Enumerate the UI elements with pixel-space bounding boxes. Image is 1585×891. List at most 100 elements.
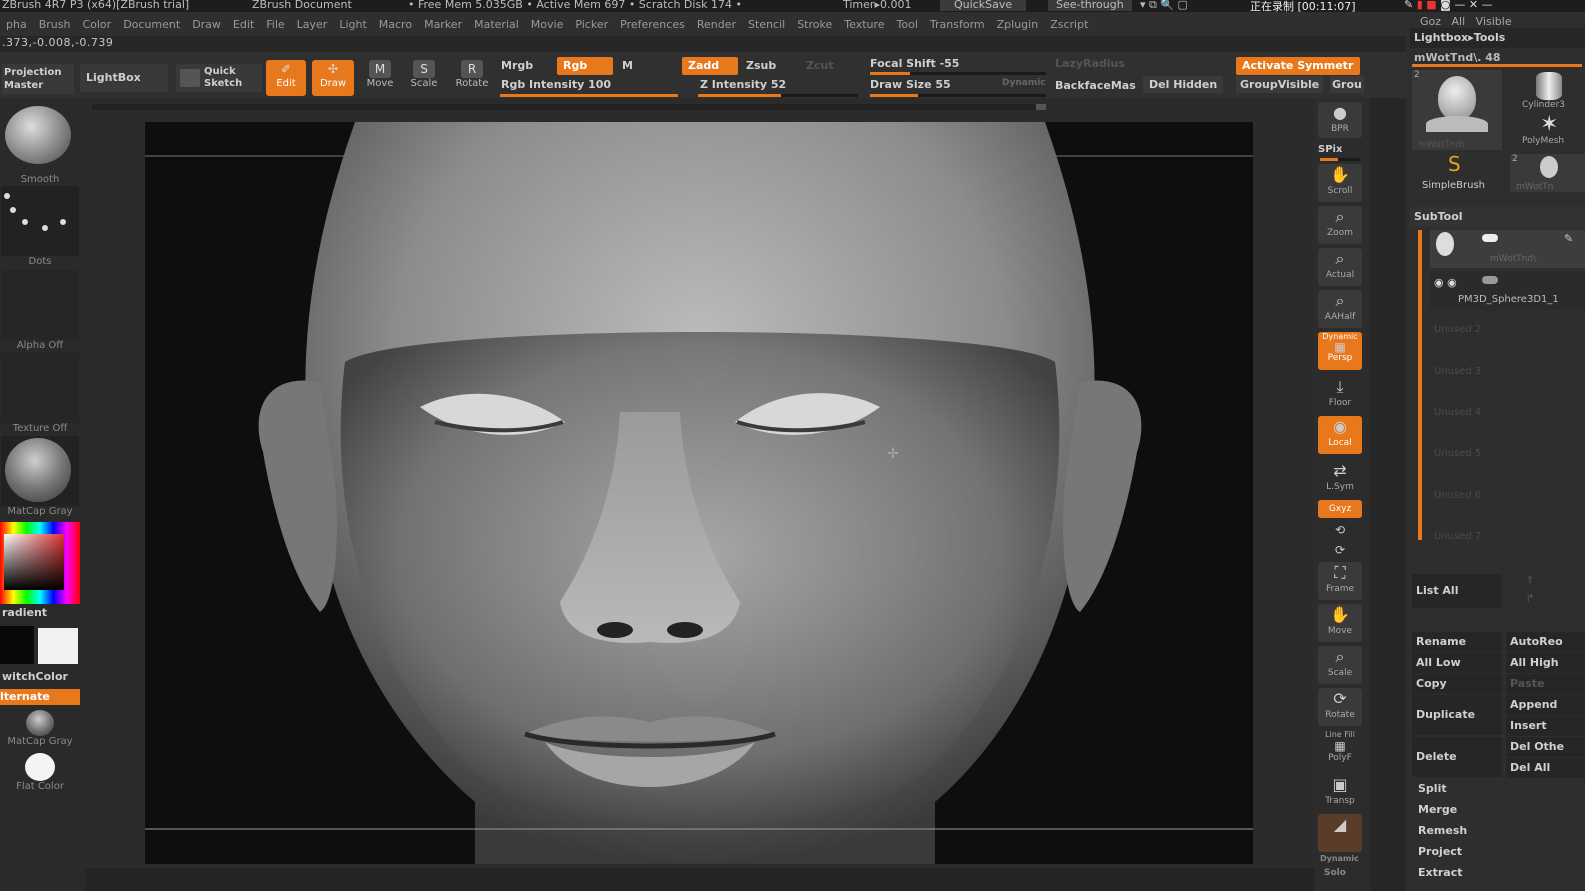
- local-button[interactable]: ◉ Local: [1318, 416, 1362, 454]
- edit-button[interactable]: ✐ Edit: [266, 60, 306, 96]
- subtool-2-visibility-icon[interactable]: [1482, 276, 1498, 284]
- zoom-button[interactable]: ⌕ Zoom: [1318, 206, 1362, 244]
- solo-label[interactable]: Solo: [1324, 868, 1346, 878]
- menu-item[interactable]: Edit: [227, 18, 260, 31]
- tool-thumb-simplebrush[interactable]: S SimpleBrush: [1412, 152, 1502, 192]
- secondary-color-swatch[interactable]: [38, 628, 78, 664]
- goz-button[interactable]: Goz: [1420, 15, 1441, 28]
- tool-thumb-cylinder[interactable]: Cylinder3 ✶ PolyMesh: [1510, 70, 1585, 150]
- backface-mask-button[interactable]: BackfaceMas: [1055, 79, 1136, 92]
- all-high-button[interactable]: All High: [1506, 653, 1585, 673]
- tool-slider[interactable]: [1412, 64, 1582, 67]
- menu-item[interactable]: Brush: [33, 18, 77, 31]
- solo-dynamic-label[interactable]: Dynamic: [1320, 854, 1359, 863]
- actual-button[interactable]: ⌕ Actual: [1318, 248, 1362, 286]
- menu-item[interactable]: Zplugin: [991, 18, 1045, 31]
- color-picker[interactable]: [0, 522, 80, 604]
- lightbox-button[interactable]: LightBox: [80, 64, 168, 92]
- zsub-button[interactable]: Zsub: [746, 59, 776, 72]
- scroll-button[interactable]: ✋ Scroll: [1318, 164, 1362, 202]
- menu-item[interactable]: Light: [333, 18, 372, 31]
- insert-button[interactable]: Insert: [1506, 716, 1585, 736]
- move-view-button[interactable]: ✋ Move: [1318, 604, 1362, 642]
- aahalf-button[interactable]: ⌕ AAHalf: [1318, 290, 1362, 328]
- unused-slot-3[interactable]: Unused 3: [1434, 366, 1481, 377]
- menu-item[interactable]: pha: [0, 18, 33, 31]
- menu-item[interactable]: File: [260, 18, 290, 31]
- unused-slot-7[interactable]: Unused 7: [1434, 531, 1481, 542]
- horizontal-scroll-thumb[interactable]: [1036, 104, 1046, 110]
- gradient-label[interactable]: radient: [2, 606, 47, 619]
- menu-item[interactable]: Material: [468, 18, 525, 31]
- bpr-button[interactable]: ● BPR: [1318, 102, 1362, 138]
- viewport-canvas[interactable]: ✛: [145, 122, 1253, 864]
- polyf-button[interactable]: Line Fill ▦ PolyF: [1318, 730, 1362, 768]
- move-down-arrow-icon[interactable]: ↱: [1510, 592, 1550, 608]
- alpha-selector[interactable]: Alpha Off: [0, 270, 80, 351]
- material-selector[interactable]: MatCap Gray: [0, 436, 80, 517]
- all-low-button[interactable]: All Low: [1412, 653, 1502, 673]
- alternate-button[interactable]: lternate: [0, 689, 80, 705]
- remesh-menu[interactable]: Remesh: [1418, 824, 1467, 837]
- focal-shift-slider[interactable]: [870, 72, 1046, 75]
- draw-size-slider[interactable]: [870, 94, 1046, 97]
- spix-slider[interactable]: [1320, 158, 1360, 161]
- move-up-arrow-icon[interactable]: ↑: [1510, 574, 1550, 590]
- subtool-1-visibility-icon[interactable]: [1482, 234, 1498, 242]
- stroke-selector[interactable]: Dots: [0, 186, 80, 267]
- move-button[interactable]: M Move: [360, 60, 400, 96]
- mrgb-button[interactable]: Mrgb: [501, 59, 533, 72]
- menu-item[interactable]: Transform: [924, 18, 991, 31]
- group-visible-button[interactable]: GroupVisible: [1236, 76, 1324, 93]
- z-intensity-slider[interactable]: [698, 94, 858, 97]
- paste-button[interactable]: Paste: [1506, 674, 1585, 694]
- color-square[interactable]: [4, 534, 64, 590]
- autoreorder-button[interactable]: AutoReo: [1506, 632, 1585, 652]
- zcut-button[interactable]: Zcut: [806, 59, 834, 72]
- rgb-button[interactable]: Rgb: [557, 57, 613, 75]
- ghost-button[interactable]: ◢: [1318, 814, 1362, 852]
- head-sculpt-model[interactable]: ✛: [145, 122, 1253, 864]
- subtool-1-brush-icon[interactable]: ✎: [1564, 232, 1573, 245]
- draw-button[interactable]: ✣ Draw: [312, 60, 354, 96]
- duplicate-button[interactable]: Duplicate: [1412, 695, 1502, 735]
- menu-item[interactable]: Stroke: [791, 18, 838, 31]
- lightbox-tools-button[interactable]: Lightbox▸Tools: [1410, 28, 1585, 48]
- main-color-swatch[interactable]: [0, 626, 34, 664]
- menu-item[interactable]: Picker: [569, 18, 614, 31]
- unused-slot-2[interactable]: Unused 2: [1434, 324, 1481, 335]
- window-controls[interactable]: ✎ ▮ ■ ◙ — ✕ —: [1404, 0, 1493, 11]
- m-button[interactable]: M: [622, 59, 633, 72]
- menu-item[interactable]: Draw: [186, 18, 227, 31]
- activate-symmetry-button[interactable]: Activate Symmetr: [1236, 57, 1360, 75]
- subtool-2-eye-icon[interactable]: ◉ ◉: [1434, 276, 1457, 289]
- see-through-slider[interactable]: See-through: [1048, 0, 1132, 11]
- rotate-axis-z-icon[interactable]: ⟳: [1318, 540, 1362, 560]
- tool-thumb-mwot[interactable]: 2 mWotTnd\: [1412, 70, 1502, 150]
- secondary-material-selector[interactable]: MatCap Gray: [0, 710, 80, 747]
- menu-item[interactable]: Movie: [525, 18, 570, 31]
- brush-selector[interactable]: Smooth: [0, 102, 80, 185]
- list-all-button[interactable]: List All: [1412, 574, 1502, 608]
- rotate-view-button[interactable]: ⟳ Rotate: [1318, 688, 1362, 726]
- del-all-button[interactable]: Del All: [1506, 758, 1585, 778]
- project-menu[interactable]: Project: [1418, 845, 1462, 858]
- menu-item[interactable]: Stencil: [742, 18, 791, 31]
- rgb-intensity-slider[interactable]: [500, 94, 678, 97]
- switch-color-button[interactable]: witchColor: [2, 670, 68, 683]
- subtool-item-1[interactable]: ✎ mWotTnd\: [1430, 230, 1585, 268]
- menu-item[interactable]: Preferences: [614, 18, 691, 31]
- persp-button[interactable]: Dynamic ▦ Persp: [1318, 332, 1362, 370]
- flat-color-selector[interactable]: Flat Color: [0, 753, 80, 792]
- del-hidden-button[interactable]: Del Hidden: [1143, 76, 1224, 93]
- dynamic-label[interactable]: Dynamic: [1002, 78, 1046, 88]
- xyz-button[interactable]: Gxyz: [1318, 500, 1362, 518]
- subtool-item-2[interactable]: ◉ ◉ PM3D_Sphere3D1_1: [1430, 272, 1585, 310]
- subtool-header[interactable]: SubTool: [1410, 207, 1585, 227]
- spix-label[interactable]: SPix: [1318, 144, 1342, 155]
- merge-menu[interactable]: Merge: [1418, 803, 1457, 816]
- menu-item[interactable]: Render: [691, 18, 742, 31]
- rotate-button[interactable]: R Rotate: [452, 60, 492, 96]
- visible-button[interactable]: Visible: [1476, 15, 1512, 28]
- quick-sketch-button[interactable]: Quick Sketch: [176, 64, 262, 92]
